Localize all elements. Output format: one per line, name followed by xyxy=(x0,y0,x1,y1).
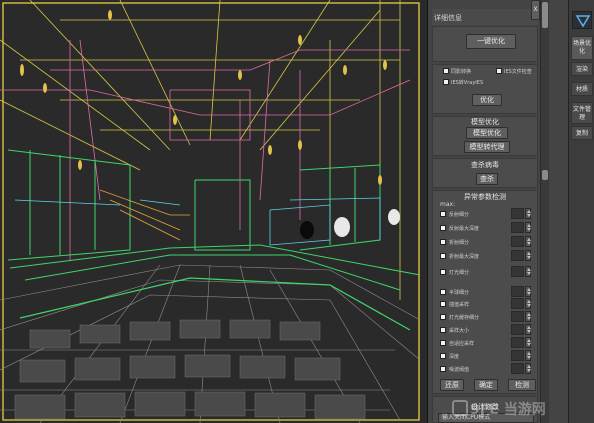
value-spinner[interactable] xyxy=(511,311,524,322)
plugin-logo-icon xyxy=(572,11,592,29)
panel-scrollbar[interactable] xyxy=(540,0,549,423)
3d-viewport[interactable] xyxy=(0,0,428,423)
spinner-arrows[interactable] xyxy=(525,222,531,233)
check-row-4: 折射最大深度 xyxy=(440,249,532,263)
tab-render[interactable]: 渲染 xyxy=(571,62,593,76)
spinner-arrows[interactable] xyxy=(525,250,531,261)
tab-material[interactable]: 材质 xyxy=(571,82,593,96)
model-optimize-button[interactable]: 模型优化 xyxy=(466,127,508,139)
virus-title: 查杀病毒 xyxy=(471,161,499,169)
check-box[interactable] xyxy=(440,353,446,359)
option-checkbox-2[interactable] xyxy=(496,68,502,74)
check-label: 插值采样 xyxy=(449,302,470,308)
value-spinner[interactable] xyxy=(511,324,524,335)
tab-scene-optimize[interactable]: 场景优化 xyxy=(571,36,593,60)
restore-button[interactable]: 还原 xyxy=(440,379,464,391)
spinner-arrows[interactable] xyxy=(525,350,531,361)
check-box[interactable] xyxy=(440,253,446,259)
side-tabs: 场景优化 渲染 材质 文件管理 复制 xyxy=(568,0,594,423)
watermark-badge-icon xyxy=(452,400,468,416)
spinner-arrows[interactable] xyxy=(525,298,531,309)
check-row-3: 折射细分 xyxy=(440,235,532,249)
confirm-button[interactable]: 确定 xyxy=(474,379,498,391)
check-label: 采样大小 xyxy=(449,328,470,334)
value-spinner[interactable] xyxy=(511,337,524,348)
value-spinner[interactable] xyxy=(511,208,524,219)
tab-label: 文件管理 xyxy=(572,106,591,121)
check-box[interactable] xyxy=(440,366,446,372)
spinner-arrows[interactable] xyxy=(525,324,531,335)
value-spinner[interactable] xyxy=(511,236,524,247)
option-label-1: 同影转换 xyxy=(451,69,472,75)
value-spinner[interactable] xyxy=(511,222,524,233)
check-row-9: 采样大小 xyxy=(440,323,532,337)
check-row-12: 噪波阈值 xyxy=(440,362,532,376)
close-button[interactable]: X xyxy=(531,0,540,20)
check-box[interactable] xyxy=(440,239,446,245)
check-label: 灯光缓存细分 xyxy=(449,315,480,321)
check-label: 反射细分 xyxy=(449,212,470,218)
value-spinner[interactable] xyxy=(511,286,524,297)
check-label: 深度 xyxy=(449,354,460,360)
check-label: 反射最大深度 xyxy=(449,226,480,232)
watermark: 9FE 当游网 xyxy=(470,402,546,418)
value-spinner[interactable] xyxy=(511,266,524,277)
scroll-thumb-lower[interactable] xyxy=(542,170,548,180)
tab-label: 复制 xyxy=(575,130,588,137)
check-box[interactable] xyxy=(440,301,446,307)
tab-label: 材质 xyxy=(575,86,588,93)
spinner-arrows[interactable] xyxy=(525,236,531,247)
check-row-7: 插值采样 xyxy=(440,297,532,311)
check-box[interactable] xyxy=(440,211,446,217)
spinner-arrows[interactable] xyxy=(525,363,531,374)
check-row-5: 灯光细分 xyxy=(440,265,532,279)
check-row-10: 自适应采样 xyxy=(440,336,532,350)
kill-virus-button[interactable]: 查杀 xyxy=(476,173,498,185)
check-row-11: 深度 xyxy=(440,349,532,363)
check-box[interactable] xyxy=(440,269,446,275)
option-checkbox-3[interactable] xyxy=(443,79,449,85)
check-label: 灯光细分 xyxy=(449,270,470,276)
spinner-arrows[interactable] xyxy=(525,311,531,322)
check-label: 半球细分 xyxy=(449,290,470,296)
check-row-2: 反射最大深度 xyxy=(440,221,532,235)
tab-label: 场景优化 xyxy=(572,40,591,55)
check-label: 折射细分 xyxy=(449,240,470,246)
value-spinner[interactable] xyxy=(511,363,524,374)
scroll-thumb[interactable] xyxy=(542,2,548,28)
check-box[interactable] xyxy=(440,340,446,346)
value-spinner[interactable] xyxy=(511,350,524,361)
spinner-arrows[interactable] xyxy=(525,337,531,348)
model-optimize-title: 模型优化 xyxy=(471,118,499,126)
option-label-3: IES转VrayIES xyxy=(451,80,484,86)
check-box[interactable] xyxy=(440,314,446,320)
one-click-optimize-button[interactable]: 一键优化 xyxy=(466,34,516,49)
tab-label: 渲染 xyxy=(575,66,588,73)
optimize-button[interactable]: 优化 xyxy=(472,94,502,106)
option-checkbox-1[interactable] xyxy=(443,68,449,74)
check-label: 自适应采样 xyxy=(449,341,475,347)
wireframe-scene xyxy=(0,0,427,423)
value-spinner[interactable] xyxy=(511,250,524,261)
value-spinner[interactable] xyxy=(511,298,524,309)
check-label: 噪波阈值 xyxy=(449,367,470,373)
check-row-8: 灯光缓存细分 xyxy=(440,310,532,324)
details-title: 详细信息 xyxy=(434,14,462,22)
tab-copy[interactable]: 复制 xyxy=(571,126,593,140)
check-row-1: 反射细分 xyxy=(440,207,532,221)
check-box[interactable] xyxy=(440,289,446,295)
details-section: 详细信息 xyxy=(432,9,538,25)
spinner-arrows[interactable] xyxy=(525,266,531,277)
option-label-2: IES文件检查 xyxy=(504,69,532,75)
tab-file-manage[interactable]: 文件管理 xyxy=(571,102,593,124)
detect-button[interactable]: 检测 xyxy=(508,379,536,391)
model-to-proxy-button[interactable]: 模型转代理 xyxy=(464,141,510,153)
spinner-arrows[interactable] xyxy=(525,208,531,219)
spinner-arrows[interactable] xyxy=(525,286,531,297)
check-box[interactable] xyxy=(440,327,446,333)
check-label: 折射最大深度 xyxy=(449,254,480,260)
check-box[interactable] xyxy=(440,225,446,231)
